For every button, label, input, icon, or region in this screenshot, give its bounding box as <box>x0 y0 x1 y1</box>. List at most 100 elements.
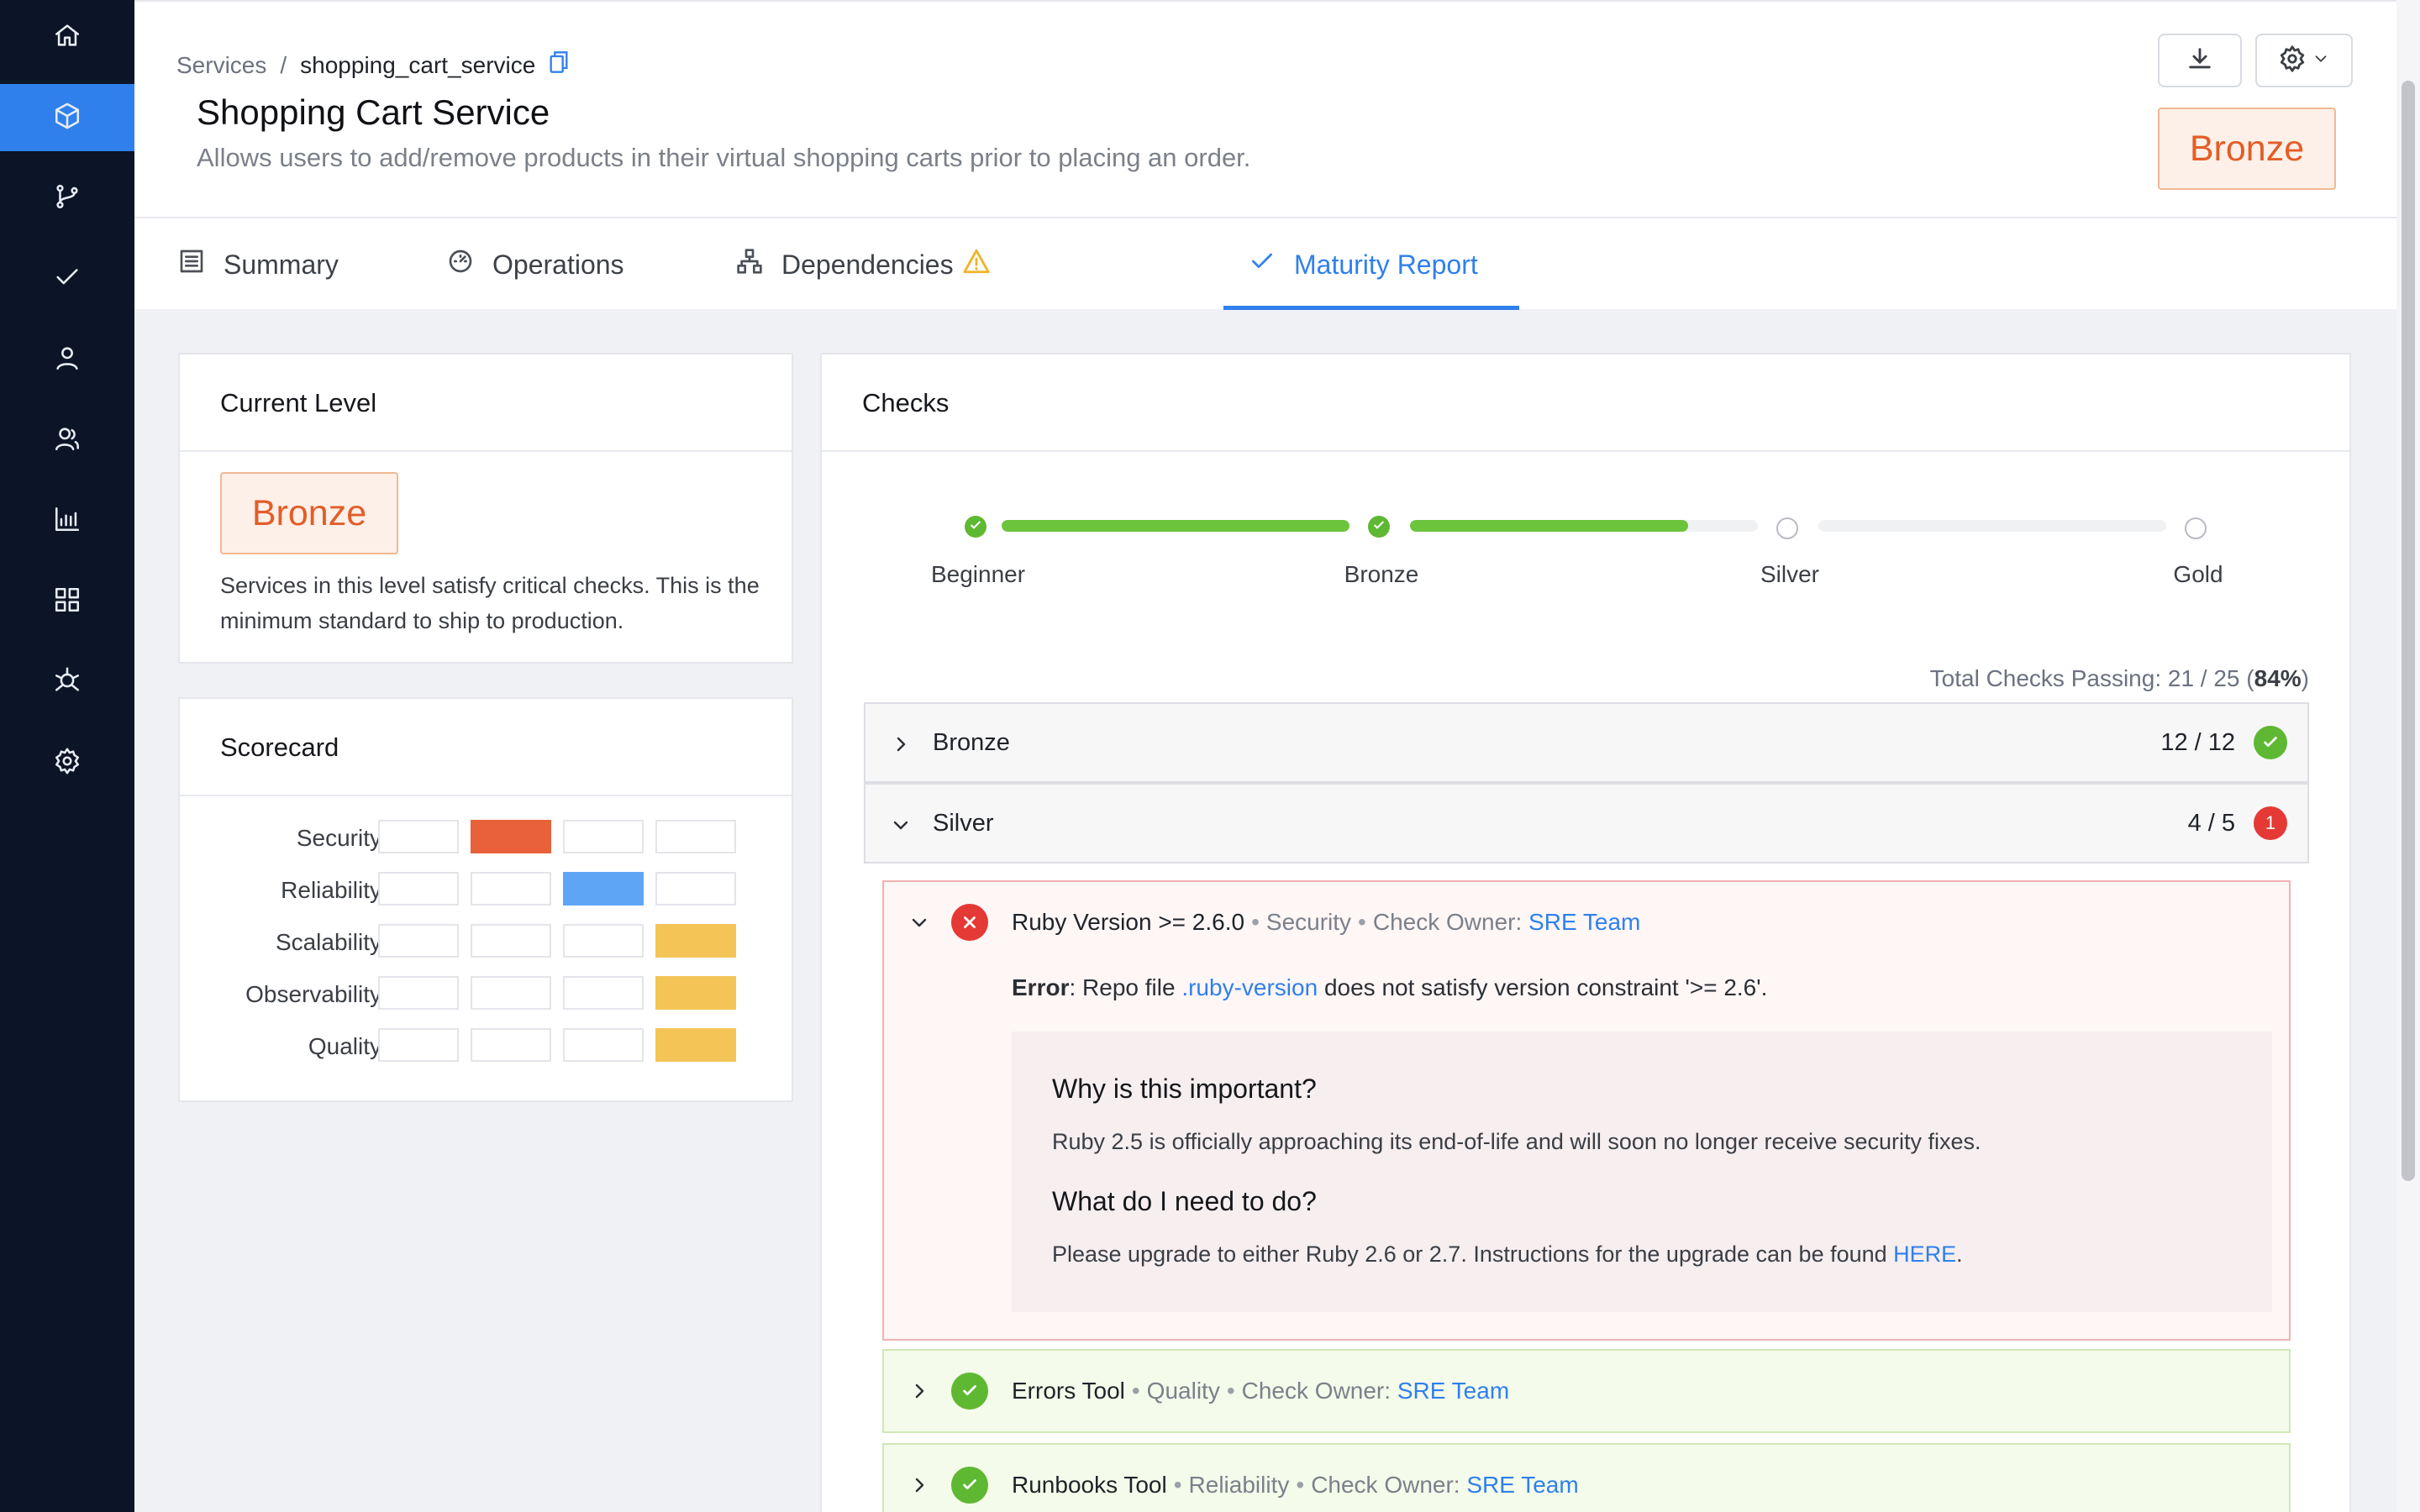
tab-maturity-report[interactable]: Maturity Report <box>1249 218 1478 311</box>
scorecard-cell[interactable] <box>378 872 459 906</box>
active-tab-indicator <box>1223 306 1519 310</box>
scorecard-cell[interactable] <box>378 924 459 958</box>
scorecard-cell[interactable] <box>655 924 736 958</box>
scorecard-cell[interactable] <box>563 924 644 958</box>
tab-dependencies[interactable]: Dependencies <box>736 218 991 311</box>
check-name: Ruby Version >= 2.6.0 <box>1012 909 1245 935</box>
todo-heading: What do I need to do? <box>1052 1186 1317 1216</box>
nav-checks[interactable] <box>0 245 134 312</box>
level-gold-marker <box>2185 517 2207 539</box>
page-scrollbar[interactable] <box>2396 0 2420 1512</box>
chevron-down-icon <box>909 912 929 937</box>
page-title: Shopping Cart Service <box>197 92 550 132</box>
scorecard-row-label: Scalability <box>275 929 381 955</box>
gauge-icon <box>447 248 474 281</box>
nav-settings[interactable] <box>0 729 134 796</box>
chevron-right-icon <box>891 734 911 759</box>
hierarchy-icon <box>736 248 763 281</box>
check-item-header[interactable]: Errors Tool • Quality • Check Owner: SRE Tea… <box>884 1351 2289 1431</box>
maturity-level-badge: Bronze <box>2158 108 2336 190</box>
level-bronze-marker <box>1368 516 1390 538</box>
list-icon <box>178 248 205 281</box>
scorecard-cell[interactable] <box>471 924 551 958</box>
check-owner-link[interactable]: SRE Team <box>1397 1378 1509 1404</box>
repo-file-link[interactable]: .ruby-version <box>1181 974 1318 1000</box>
scorecard-cell[interactable] <box>471 976 551 1010</box>
nav-catalog[interactable] <box>0 568 134 635</box>
error-icon <box>951 904 988 941</box>
scorecard-row: Scalability <box>180 924 793 961</box>
check-item-text: Errors Tool • Quality • Check Owner: SRE Tea… <box>1012 1378 1509 1404</box>
scorecard-cell[interactable] <box>471 820 551 853</box>
progress-bronze-silver <box>1410 520 1758 532</box>
current-level-badge: Bronze <box>220 472 398 554</box>
progress-fill <box>1002 520 1349 532</box>
nav-home[interactable] <box>0 3 134 71</box>
nav-repositories[interactable] <box>0 165 134 232</box>
why-heading: Why is this important? <box>1052 1074 1317 1104</box>
check-item-text: Runbooks Tool • Reliability • Check Owner: S… <box>1012 1472 1579 1499</box>
scorecard-cell[interactable] <box>563 872 644 906</box>
total-checks-passing: Total Checks Passing: 21 / 25 (84%) <box>1930 665 2309 692</box>
check-icon <box>1372 518 1386 536</box>
download-button[interactable] <box>2158 34 2242 87</box>
separator-dot: • <box>1131 1378 1140 1404</box>
check-name: Errors Tool <box>1012 1378 1125 1404</box>
breadcrumb: Services / shopping_cart_service <box>176 50 569 80</box>
current-level-title: Current Level <box>220 388 377 417</box>
breadcrumb-services-link[interactable]: Services <box>176 52 266 79</box>
scorecard-cell[interactable] <box>471 872 551 906</box>
group-row-silver[interactable]: Silver 4 / 5 1 <box>864 783 2309 864</box>
scorecard-cell[interactable] <box>563 976 644 1010</box>
scorecard-row-label: Observability <box>245 981 381 1007</box>
nav-integrations[interactable] <box>0 648 134 716</box>
check-item-header[interactable]: Ruby Version >= 2.6.0 • Security • Check Own… <box>884 882 2289 963</box>
nav-teams[interactable] <box>0 407 134 474</box>
todo-text-end: . <box>1956 1242 1963 1267</box>
scorecard-cell[interactable] <box>655 1028 736 1062</box>
check-name: Runbooks Tool <box>1012 1472 1167 1498</box>
copy-icon[interactable] <box>549 50 569 80</box>
group-name: Bronze <box>933 728 1010 756</box>
cube-icon <box>53 102 82 134</box>
scorecard-cell[interactable] <box>378 976 459 1010</box>
scorecard-cell[interactable] <box>655 872 736 906</box>
upgrade-instructions-link[interactable]: HERE <box>1893 1242 1956 1267</box>
nav-reports[interactable] <box>0 487 134 554</box>
separator-dot: • <box>1358 909 1366 935</box>
scorecard-cell[interactable] <box>471 1028 551 1062</box>
tab-summary-label: Summary <box>224 249 339 280</box>
check-icon <box>53 263 82 296</box>
gear-icon <box>53 747 82 780</box>
check-item-header[interactable]: Runbooks Tool • Reliability • Check Owner: S… <box>884 1445 2289 1512</box>
tab-operations-label: Operations <box>492 249 624 280</box>
tab-dependencies-label: Dependencies <box>781 249 954 280</box>
scrollbar-thumb[interactable] <box>2402 81 2415 1181</box>
scorecard-card: Scorecard Security Reliability Scalability… <box>178 697 793 1102</box>
total-checks-text: Total Checks Passing: 21 / 25 ( <box>1929 665 2254 691</box>
settings-menu-button[interactable] <box>2255 34 2353 87</box>
nav-services[interactable] <box>0 84 134 151</box>
scorecard-cell[interactable] <box>378 1028 459 1062</box>
error-text-pre: : Repo file <box>1069 974 1182 1000</box>
tab-operations[interactable]: Operations <box>447 218 624 311</box>
tab-maturity-report-label: Maturity Report <box>1294 249 1478 280</box>
nav-user[interactable] <box>0 326 134 393</box>
scorecard-cell[interactable] <box>655 820 736 853</box>
chevron-right-icon <box>909 1381 929 1405</box>
check-item-ruby-version: Ruby Version >= 2.6.0 • Security • Check Own… <box>882 880 2291 1341</box>
level-silver-marker <box>1776 517 1798 539</box>
user-icon <box>53 344 82 376</box>
tab-summary[interactable]: Summary <box>178 218 339 311</box>
scorecard-cell[interactable] <box>378 820 459 853</box>
sidebar <box>0 0 134 1512</box>
check-owner-link[interactable]: SRE Team <box>1466 1472 1578 1498</box>
scorecard-cell[interactable] <box>563 1028 644 1062</box>
scorecard-cell[interactable] <box>655 976 736 1010</box>
scorecard-cell[interactable] <box>563 820 644 853</box>
scorecard-row-label: Reliability <box>281 877 381 903</box>
users-icon <box>53 424 82 457</box>
check-owner-link[interactable]: SRE Team <box>1528 909 1640 935</box>
group-row-bronze[interactable]: Bronze 12 / 12 <box>864 702 2309 783</box>
total-checks-suffix: ) <box>2301 665 2309 691</box>
